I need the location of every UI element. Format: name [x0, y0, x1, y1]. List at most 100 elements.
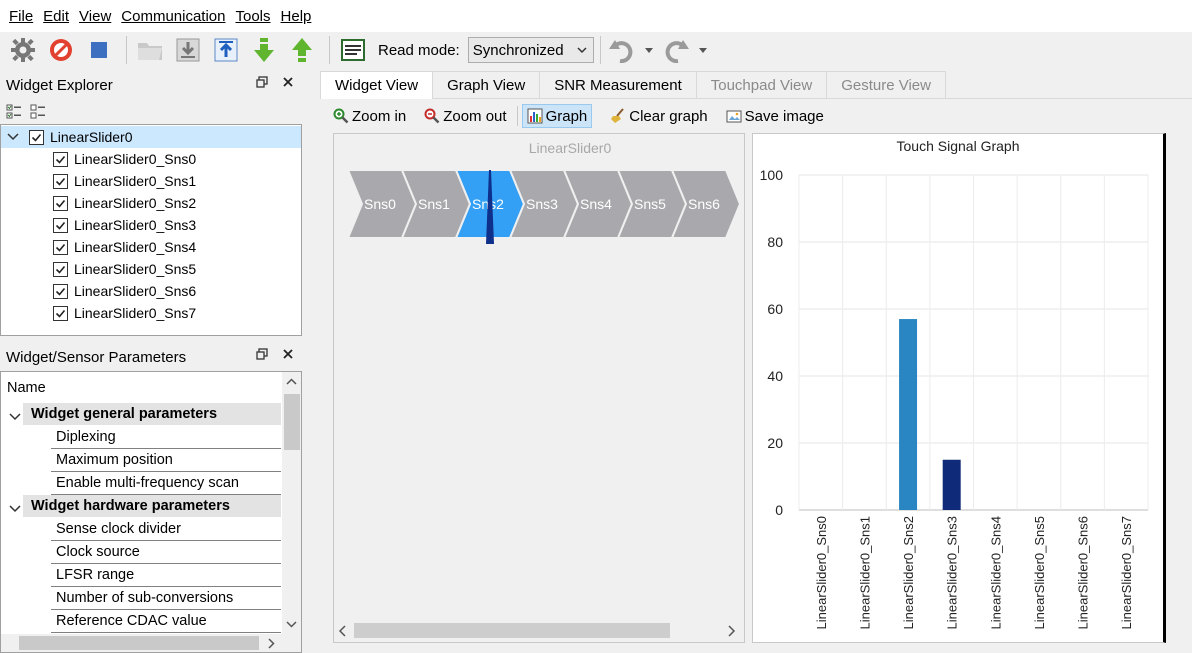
scroll-right-icon[interactable] [724, 620, 738, 642]
tree-sensor-row[interactable]: LinearSlider0_Sns5 [53, 258, 196, 280]
save-image-button[interactable]: Save image [726, 104, 824, 128]
redo-dropdown-icon[interactable] [697, 46, 709, 54]
log-icon[interactable] [336, 34, 370, 66]
tree-sensor-row[interactable]: LinearSlider0_Sns6 [53, 280, 196, 302]
read-mode-select[interactable]: Synchronized [467, 37, 594, 63]
tree-root-row[interactable]: LinearSlider0 [7, 126, 133, 148]
sensor-checkbox[interactable] [53, 239, 68, 255]
tab-widget-view[interactable]: Widget View [320, 71, 434, 99]
slider-horizontal-scrollbar[interactable] [334, 620, 744, 642]
upload-arrow-icon[interactable] [285, 34, 319, 66]
sensor-checkbox[interactable] [53, 305, 68, 321]
undo-icon[interactable] [607, 34, 637, 66]
import-icon[interactable] [171, 34, 205, 66]
params-tree: Name Widget general parameters Diplexing M… [0, 371, 302, 653]
tree-sensor-label: LinearSlider0_Sns0 [74, 151, 197, 167]
chevron-down-icon[interactable] [9, 501, 21, 517]
broom-icon [611, 108, 625, 123]
chart-title: Touch Signal Graph [897, 138, 1020, 154]
slider-segment-label: Sns3 [526, 196, 558, 212]
widget-explorer-titlebar: Widget Explorer [0, 72, 302, 98]
menu-help[interactable]: Help [276, 8, 317, 25]
chart-y-tick-label: 100 [760, 167, 784, 183]
tree-sensor-row[interactable]: LinearSlider0_Sns4 [53, 236, 196, 258]
menu-tools[interactable]: Tools [231, 8, 276, 25]
menu-edit[interactable]: Edit [38, 8, 74, 25]
scroll-thumb[interactable] [354, 623, 670, 638]
float-panel-icon[interactable] [256, 76, 268, 88]
menu-view[interactable]: View [74, 8, 116, 25]
params-item[interactable]: Sense clock divider [56, 518, 281, 540]
gear-icon[interactable] [6, 34, 40, 66]
zoom-out-icon [424, 108, 440, 124]
params-item[interactable]: Number of sub-conversions [56, 587, 281, 609]
download-arrow-icon[interactable] [247, 34, 281, 66]
clear-graph-button[interactable]: Clear graph [610, 104, 708, 128]
check-all-icon[interactable] [6, 104, 22, 120]
read-mode-value: Synchronized [472, 41, 564, 59]
scroll-right-icon[interactable] [263, 634, 279, 652]
chevron-down-icon[interactable] [7, 132, 19, 142]
params-item[interactable]: LFSR range [56, 564, 281, 586]
sensor-checkbox[interactable] [53, 173, 68, 189]
explorer-toolbar [6, 104, 46, 120]
tree-sensor-label: LinearSlider0_Sns4 [74, 239, 197, 255]
params-item[interactable]: Reference CDAC value [56, 610, 281, 632]
params-section-header[interactable]: Widget general parameters [23, 403, 281, 425]
slider-segment-label: Sns0 [364, 196, 396, 212]
tab-graph-view[interactable]: Graph View [432, 71, 541, 98]
params-vertical-scrollbar[interactable] [282, 372, 301, 634]
close-icon[interactable] [282, 348, 294, 360]
zoom-out-button[interactable]: Zoom out [424, 104, 507, 128]
chart-x-tick-label: LinearSlider0_Sns6 [1076, 516, 1091, 629]
root-checkbox[interactable] [29, 129, 44, 145]
scroll-thumb[interactable] [19, 636, 259, 650]
tree-sensor-row[interactable]: LinearSlider0_Sns2 [53, 192, 196, 214]
scroll-up-icon[interactable] [282, 374, 301, 390]
chart-x-tick-label: LinearSlider0_Sns3 [945, 516, 960, 629]
menu-file[interactable]: File [4, 8, 38, 25]
params-item[interactable]: Enable multi-frequency scan [56, 472, 281, 494]
slider-widget-panel: LinearSlider0 Sns0Sns1Sns2Sns3Sns4Sns5Sn… [333, 133, 745, 643]
menu-communication[interactable]: Communication [116, 8, 230, 25]
float-panel-icon[interactable] [256, 348, 268, 360]
chart-x-tick-label: LinearSlider0_Sns7 [1119, 516, 1134, 629]
scroll-thumb[interactable] [284, 394, 300, 450]
uncheck-all-icon[interactable] [30, 104, 46, 120]
graph-toggle-button[interactable]: Graph [521, 104, 593, 128]
tree-sensor-row[interactable]: LinearSlider0_Sns1 [53, 170, 196, 192]
chart-x-tick-label: LinearSlider0_Sns1 [857, 516, 872, 629]
export-icon[interactable] [209, 34, 243, 66]
read-mode-label: Read mode: [378, 41, 460, 59]
close-icon[interactable] [282, 76, 294, 88]
params-section-header[interactable]: Widget hardware parameters [23, 495, 281, 517]
tree-sensor-row[interactable]: LinearSlider0_Sns7 [53, 302, 196, 324]
undo-dropdown-icon[interactable] [643, 46, 655, 54]
open-folder-icon[interactable] [133, 34, 167, 66]
sensor-checkbox[interactable] [53, 217, 68, 233]
tree-sensor-label: LinearSlider0_Sns3 [74, 217, 197, 233]
sensor-checkbox[interactable] [53, 151, 68, 167]
chart-y-tick-label: 80 [767, 234, 783, 250]
scroll-down-icon[interactable] [282, 616, 301, 632]
clear-graph-label: Clear graph [629, 107, 708, 125]
params-horizontal-scrollbar[interactable] [1, 634, 301, 652]
redo-icon[interactable] [661, 34, 691, 66]
chevron-down-icon[interactable] [9, 409, 21, 425]
sensor-checkbox[interactable] [53, 283, 68, 299]
scroll-left-icon[interactable] [336, 620, 350, 642]
tree-sensor-row[interactable]: LinearSlider0_Sns3 [53, 214, 196, 236]
tree-sensor-row[interactable]: LinearSlider0_Sns0 [53, 148, 196, 170]
disconnect-icon[interactable] [44, 34, 78, 66]
slider-title: LinearSlider0 [529, 140, 612, 156]
params-item[interactable]: Diplexing [56, 426, 281, 448]
params-item[interactable]: Clock source [56, 541, 281, 563]
zoom-in-button[interactable]: Zoom in [333, 104, 406, 128]
params-item[interactable]: Maximum position [56, 449, 281, 471]
sensor-checkbox[interactable] [53, 195, 68, 211]
sensor-checkbox[interactable] [53, 261, 68, 277]
stop-icon[interactable] [82, 34, 116, 66]
tab-snr-measurement[interactable]: SNR Measurement [539, 71, 697, 98]
toolbar-separator [516, 106, 518, 126]
toolbar-separator [126, 36, 127, 64]
